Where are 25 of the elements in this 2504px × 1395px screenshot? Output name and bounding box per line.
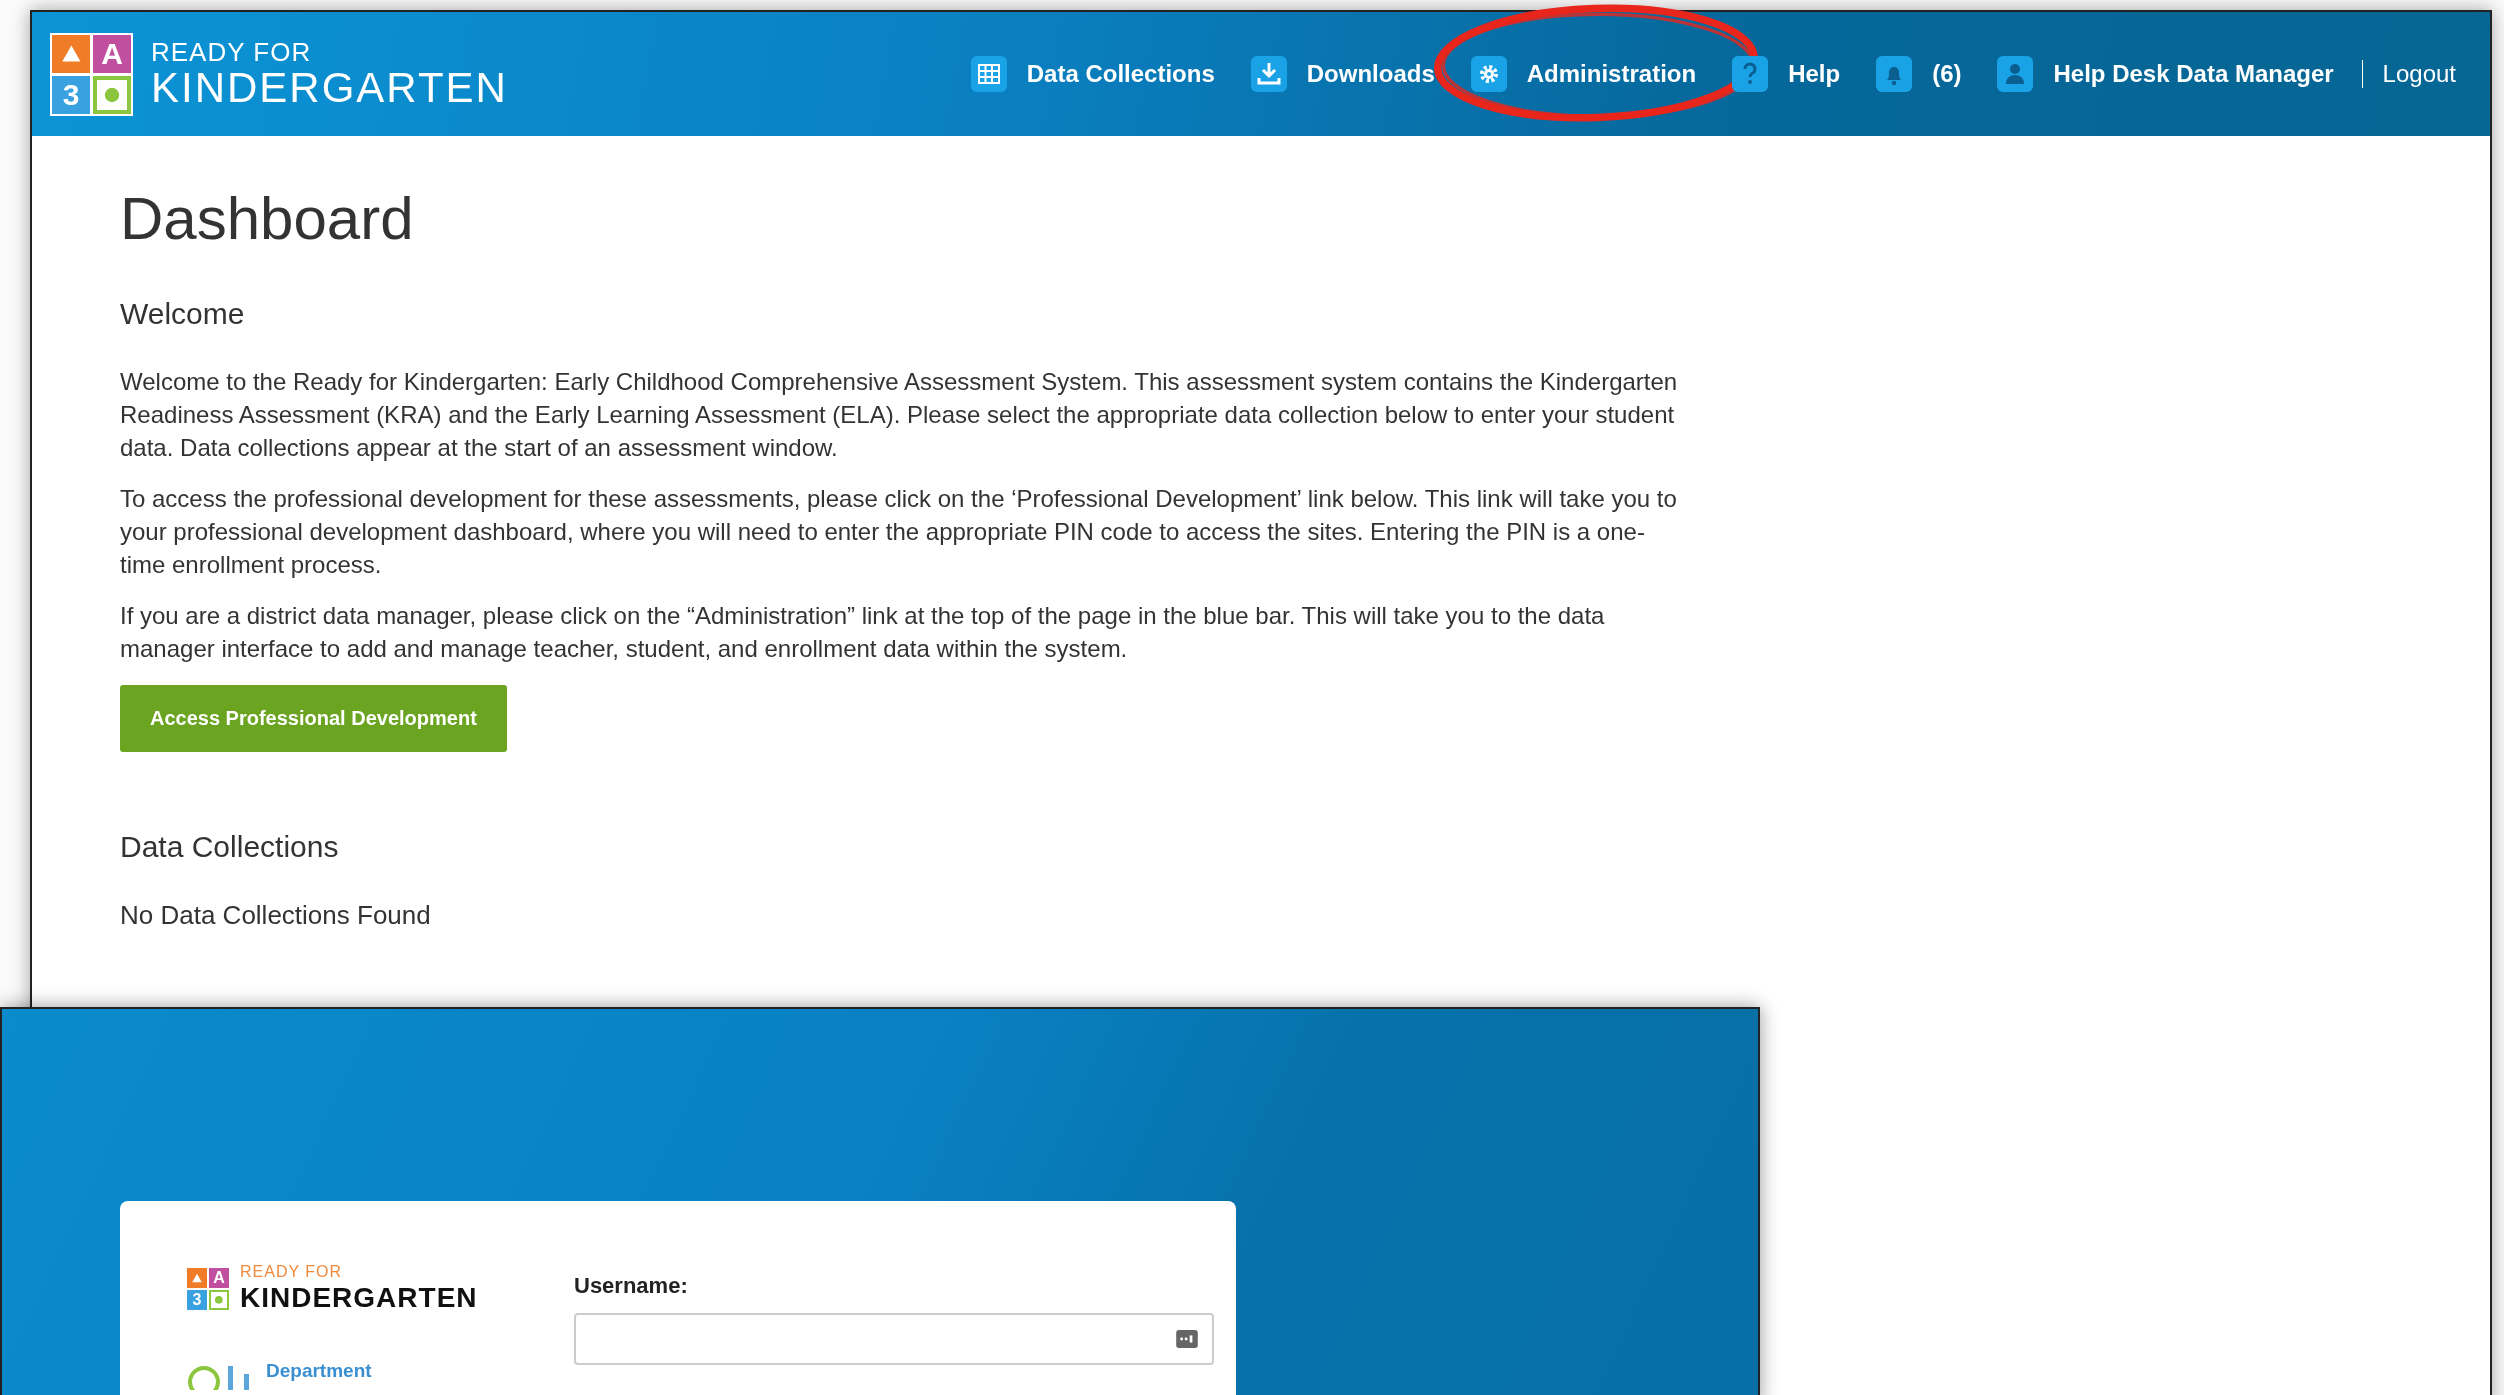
nav-link[interactable]: Help <box>1732 56 1841 92</box>
page-title: Dashboard <box>120 184 415 253</box>
user-icon <box>1997 56 2034 92</box>
paragraph: If you are a district data manager, please click on the “Administration” link at the top of the page in the blue bar. This will take you to the data manager interface to add and manage teacher, student, and enrollment data within the system. <box>120 601 1606 664</box>
username-label: Username: <box>574 1273 689 1299</box>
paragraph: To access the professional development for these assessments, please click on the ‘Professional Development’ link below. This link will take you to your professional development dashboard, where you will need to enter the appropriate PIN code to access the sites. Entering the PIN is a one-time enrollment process. <box>120 484 1678 580</box>
download-icon <box>1250 56 1287 92</box>
ready-for-kindergarten-logo: A 3 READY FOR KINDERGARTEN <box>186 1263 526 1315</box>
nav-link[interactable]: (6) <box>1876 56 1962 92</box>
gear-icon <box>1470 56 1507 92</box>
nav-link[interactable]: Help Desk Data Manager <box>1997 56 2334 92</box>
ready-for-kindergarten-logo: A 3 READY FOR KINDERGARTEN <box>50 32 508 116</box>
section-heading: Data Collections <box>120 830 340 864</box>
section-heading: Welcome <box>120 297 246 331</box>
username-field[interactable] <box>574 1313 1214 1365</box>
empty-message: No Data Collections Found <box>120 900 432 931</box>
nav-link[interactable]: Downloads <box>1250 56 1435 92</box>
password-manager-icon[interactable] <box>1176 1330 1198 1348</box>
department-label: Department <box>266 1360 372 1383</box>
nav-link[interactable]: Data Collections <box>970 56 1215 92</box>
logout-link[interactable]: Logout <box>2382 60 2456 88</box>
paragraph: Welcome to the Ready for Kindergarten: Early Childhood Comprehensive Assessment System. This assessment system contains the Kindergarten Readiness Assessment (KRA) and the Early Learning Assessment (ELA). Please select the appropriate data collection below to enter your student data. Data collections appear at the start of an assessment window. <box>120 367 1679 463</box>
grid-icon <box>970 56 1007 92</box>
question-icon <box>1732 56 1769 92</box>
bell-icon <box>1876 56 1913 92</box>
